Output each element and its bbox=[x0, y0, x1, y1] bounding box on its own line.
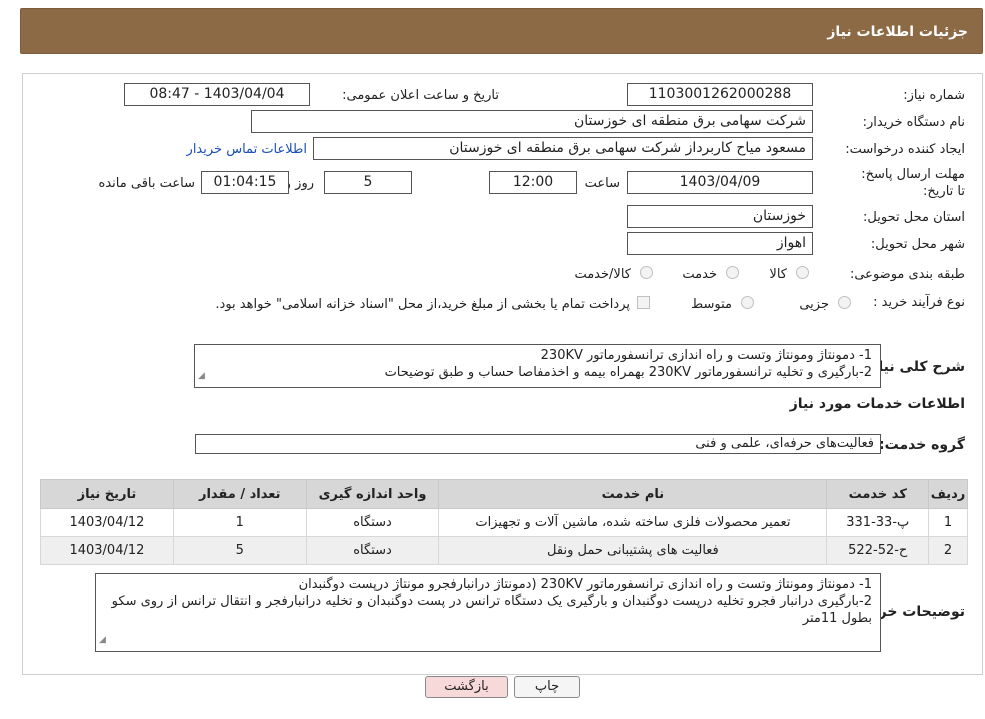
cell-service-name: تعمیر محصولات فلزی ساخته شده، ماشین آلات… bbox=[438, 508, 828, 537]
cell-quantity: 5 bbox=[172, 536, 307, 565]
page-header: جزئیات اطلاعات نیاز bbox=[20, 8, 983, 54]
category-goods-service-radio[interactable] bbox=[640, 266, 653, 279]
deadline-label: مهلت ارسال پاسخ: تا تاریخ: bbox=[861, 167, 965, 199]
category-label: طبقه بندی موضوعی: bbox=[849, 267, 965, 282]
buyer-notes-line-2: 2-بارگیری درانبار فجرو تخلیه درپست دوگنب… bbox=[111, 594, 872, 626]
col-service-name: نام خدمت bbox=[438, 479, 828, 509]
deadline-date-field: 1403/04/09 bbox=[627, 171, 813, 194]
purchase-minor-radio[interactable] bbox=[838, 296, 851, 309]
cell-quantity: 1 bbox=[172, 508, 307, 537]
buyer-notes-textarea[interactable]: 1- دمونتاژ ومونتاژ وتست و راه اندازی ترا… bbox=[95, 573, 881, 652]
buyer-contact-link[interactable]: اطلاعات تماس خریدار bbox=[187, 142, 307, 157]
table-header-row: ردیف کد خدمت نام خدمت واحد اندازه گیری ت… bbox=[40, 479, 968, 509]
remaining-time-field: 01:04:15 bbox=[201, 171, 289, 194]
announce-field: 1403/04/04 - 08:47 bbox=[124, 83, 310, 106]
cell-service-name: فعالیت های پشتیبانی حمل ونقل bbox=[438, 536, 828, 565]
treasury-payment-note: پرداخت تمام یا بخشی از مبلغ خرید،از محل … bbox=[215, 297, 630, 312]
category-service-label: خدمت bbox=[682, 267, 717, 282]
buyer-org-field: شرکت سهامی برق منطقه ای خوزستان bbox=[251, 110, 813, 133]
category-goods-label: کالا bbox=[769, 267, 787, 282]
back-button[interactable]: بازگشت bbox=[425, 676, 508, 698]
service-group-field: فعالیت‌های حرفه‌ای، علمی و فنی bbox=[195, 434, 881, 454]
purchase-minor-label: جزیی bbox=[799, 297, 829, 312]
purchase-medium-label: متوسط bbox=[691, 297, 732, 312]
buyer-org-label: نام دستگاه خریدار: bbox=[862, 115, 965, 130]
announce-label: تاریخ و ساعت اعلان عمومی: bbox=[342, 88, 499, 103]
cell-service-code: ح-52-522 bbox=[826, 536, 930, 565]
services-table: ردیف کد خدمت نام خدمت واحد اندازه گیری ت… bbox=[40, 479, 968, 565]
category-goods-radio[interactable] bbox=[796, 266, 809, 279]
page-title: جزئیات اطلاعات نیاز bbox=[827, 24, 968, 40]
services-section-title: اطلاعات خدمات مورد نیاز bbox=[789, 396, 965, 412]
resize-grip-icon[interactable]: ◢ bbox=[99, 632, 106, 649]
summary-line-1: 1- دمونتاژ ومونتاژ وتست و راه اندازی ترا… bbox=[540, 348, 872, 363]
cell-service-code: پ-33-331 bbox=[826, 508, 930, 537]
cell-row-number: 1 bbox=[928, 508, 968, 537]
cell-need-date: 1403/04/12 bbox=[40, 536, 174, 565]
table-row: 2 ح-52-522 فعالیت های پشتیبانی حمل ونقل … bbox=[40, 536, 968, 565]
table-row: 1 پ-33-331 تعمیر محصولات فلزی ساخته شده،… bbox=[40, 508, 968, 537]
buyer-notes-line-1: 1- دمونتاژ ومونتاژ وتست و راه اندازی ترا… bbox=[298, 577, 872, 592]
cell-unit: دستگاه bbox=[305, 508, 440, 537]
need-number-field: 1103001262000288 bbox=[627, 83, 813, 106]
treasury-payment-checkbox[interactable] bbox=[637, 296, 650, 309]
summary-line-2: 2-بارگیری و تخلیه ترانسفورماتور 230KV به… bbox=[384, 365, 872, 380]
col-row-number: ردیف bbox=[928, 479, 968, 509]
col-service-code: کد خدمت bbox=[826, 479, 930, 509]
deadline-time-label: ساعت bbox=[584, 176, 620, 191]
cell-unit: دستگاه bbox=[305, 536, 440, 565]
days-field: 5 bbox=[324, 171, 412, 194]
need-details-panel: شماره نیاز: 1103001262000288 تاریخ و ساع… bbox=[22, 73, 983, 675]
requester-label: ایجاد کننده درخواست: bbox=[845, 142, 965, 157]
cell-row-number: 2 bbox=[928, 536, 968, 565]
remaining-label: ساعت باقی مانده bbox=[98, 176, 195, 191]
category-service-radio[interactable] bbox=[726, 266, 739, 279]
print-button[interactable]: چاپ bbox=[514, 676, 580, 698]
requester-field: مسعود میاح کاربرداز شرکت سهامی برق منطقه… bbox=[313, 137, 813, 160]
col-need-date: تاریخ نیاز bbox=[40, 479, 174, 509]
purchase-medium-radio[interactable] bbox=[741, 296, 754, 309]
province-field: خوزستان bbox=[627, 205, 813, 228]
city-field: اهواز bbox=[627, 232, 813, 255]
col-quantity: تعداد / مقدار bbox=[172, 479, 307, 509]
cell-need-date: 1403/04/12 bbox=[40, 508, 174, 537]
days-label: روز و bbox=[284, 176, 314, 191]
province-label: استان محل تحویل: bbox=[863, 210, 965, 225]
category-goods-service-label: کالا/خدمت bbox=[574, 267, 631, 282]
deadline-time-field: 12:00 bbox=[489, 171, 577, 194]
col-unit: واحد اندازه گیری bbox=[305, 479, 440, 509]
city-label: شهر محل تحویل: bbox=[870, 237, 965, 252]
summary-textarea[interactable]: 1- دمونتاژ ومونتاژ وتست و راه اندازی ترا… bbox=[194, 344, 881, 388]
need-number-label: شماره نیاز: bbox=[903, 88, 965, 103]
purchase-type-label: نوع فرآیند خرید : bbox=[873, 295, 965, 310]
service-group-label: گروه خدمت: bbox=[879, 437, 965, 453]
resize-grip-icon[interactable]: ◢ bbox=[198, 368, 205, 385]
